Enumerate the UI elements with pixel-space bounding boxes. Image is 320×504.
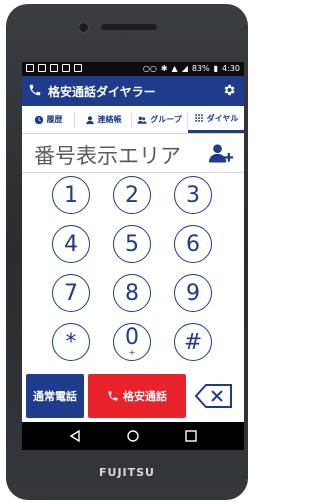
- tab-contacts-label: 連絡帳: [97, 115, 122, 124]
- tab-history[interactable]: 履歴: [22, 106, 74, 133]
- signal-icon: ◢: [181, 64, 188, 73]
- tab-bar: 履歴 連絡帳 グループ ダイヤル: [22, 106, 244, 134]
- key-star-label: *: [65, 329, 77, 355]
- phone-icon: [108, 391, 118, 401]
- front-camera: [78, 22, 89, 33]
- key-0-label: 0: [125, 325, 139, 350]
- battery-level: 83%: [191, 64, 210, 73]
- tab-contacts[interactable]: 連絡帳: [75, 106, 131, 133]
- clock-icon: [34, 115, 43, 124]
- key-7[interactable]: 7: [52, 274, 90, 312]
- key-6-label: 6: [186, 231, 200, 257]
- key-6[interactable]: 6: [174, 225, 212, 263]
- cheap-call-button[interactable]: 格安通話: [88, 374, 186, 418]
- status-bar: ○○ ✱ ▲ ◢ 83% ▮ 4:30: [22, 62, 244, 76]
- app-bar: 格安通話ダイヤラー: [22, 76, 244, 106]
- key-3-label: 3: [186, 182, 200, 208]
- key-1[interactable]: 1: [52, 176, 90, 214]
- key-hash-label: #: [183, 329, 203, 355]
- clock-time: 4:30: [222, 64, 240, 73]
- screen: ○○ ✱ ▲ ◢ 83% ▮ 4:30 格安通話ダイヤラー 履歴 連絡帳 グルー…: [22, 62, 244, 450]
- tab-groups[interactable]: グループ: [132, 106, 187, 133]
- key-2-label: 2: [125, 182, 139, 208]
- dialpad-icon: [194, 114, 203, 122]
- notification-envelope-icon: [62, 64, 70, 72]
- tab-dial[interactable]: ダイヤル: [188, 106, 244, 133]
- recent-apps-icon[interactable]: [184, 429, 198, 443]
- cheap-call-label: 格安通話: [123, 390, 167, 403]
- key-hash[interactable]: #: [174, 323, 212, 361]
- notification-sim-icon: [50, 64, 58, 72]
- number-display-text: 番号表示エリア: [34, 144, 181, 168]
- tab-history-label: 履歴: [46, 115, 63, 124]
- call-actions: 通常電話 格安通話: [22, 374, 244, 420]
- key-1-label: 1: [64, 182, 78, 208]
- key-4-label: 4: [64, 231, 78, 257]
- number-display[interactable]: 番号表示エリア: [22, 134, 244, 173]
- bluetooth-icon: ✱: [160, 64, 168, 73]
- key-star[interactable]: *: [52, 323, 90, 361]
- battery-icon: ▮: [213, 64, 219, 73]
- key-9[interactable]: 9: [174, 274, 212, 312]
- wifi-icon: ▲: [171, 64, 178, 73]
- settings-gear-icon[interactable]: [222, 83, 236, 97]
- key-5[interactable]: 5: [113, 225, 151, 263]
- back-icon[interactable]: [68, 429, 82, 443]
- key-0-sub-label: +: [128, 348, 136, 357]
- tab-groups-label: グループ: [150, 115, 182, 124]
- app-title: 格安通話ダイヤラー: [48, 85, 156, 99]
- key-5-label: 5: [125, 231, 139, 257]
- group-icon: [137, 116, 147, 124]
- key-2[interactable]: 2: [113, 176, 151, 214]
- person-icon: [85, 115, 94, 124]
- phone-icon: [29, 84, 41, 96]
- backspace-icon[interactable]: [194, 382, 234, 410]
- normal-call-label: 通常電話: [33, 390, 77, 403]
- key-9-label: 9: [186, 280, 200, 306]
- phone-body: ○○ ✱ ▲ ◢ 83% ▮ 4:30 格安通話ダイヤラー 履歴 連絡帳 グルー…: [6, 4, 248, 500]
- voicemail-icon: ○○: [142, 64, 157, 73]
- normal-call-button[interactable]: 通常電話: [26, 374, 84, 418]
- home-icon[interactable]: [126, 429, 140, 443]
- key-3[interactable]: 3: [174, 176, 212, 214]
- key-8[interactable]: 8: [113, 274, 151, 312]
- brand-logo: FUJITSU: [99, 466, 155, 479]
- key-8-label: 8: [125, 280, 139, 306]
- key-4[interactable]: 4: [52, 225, 90, 263]
- key-7-label: 7: [64, 280, 78, 306]
- notification-phone-icon: [26, 64, 34, 72]
- system-nav-bar: [22, 422, 244, 450]
- key-0[interactable]: 0 +: [113, 323, 151, 361]
- notification-image-icon: [38, 64, 46, 72]
- dial-keypad: 1 2 3 4 5 6 7 8 9 * 0 + #: [22, 176, 244, 376]
- notification-check-icon: [74, 64, 82, 72]
- tab-dial-label: ダイヤル: [206, 113, 239, 123]
- earpiece-speaker: [101, 24, 157, 30]
- add-contact-icon[interactable]: [208, 142, 234, 164]
